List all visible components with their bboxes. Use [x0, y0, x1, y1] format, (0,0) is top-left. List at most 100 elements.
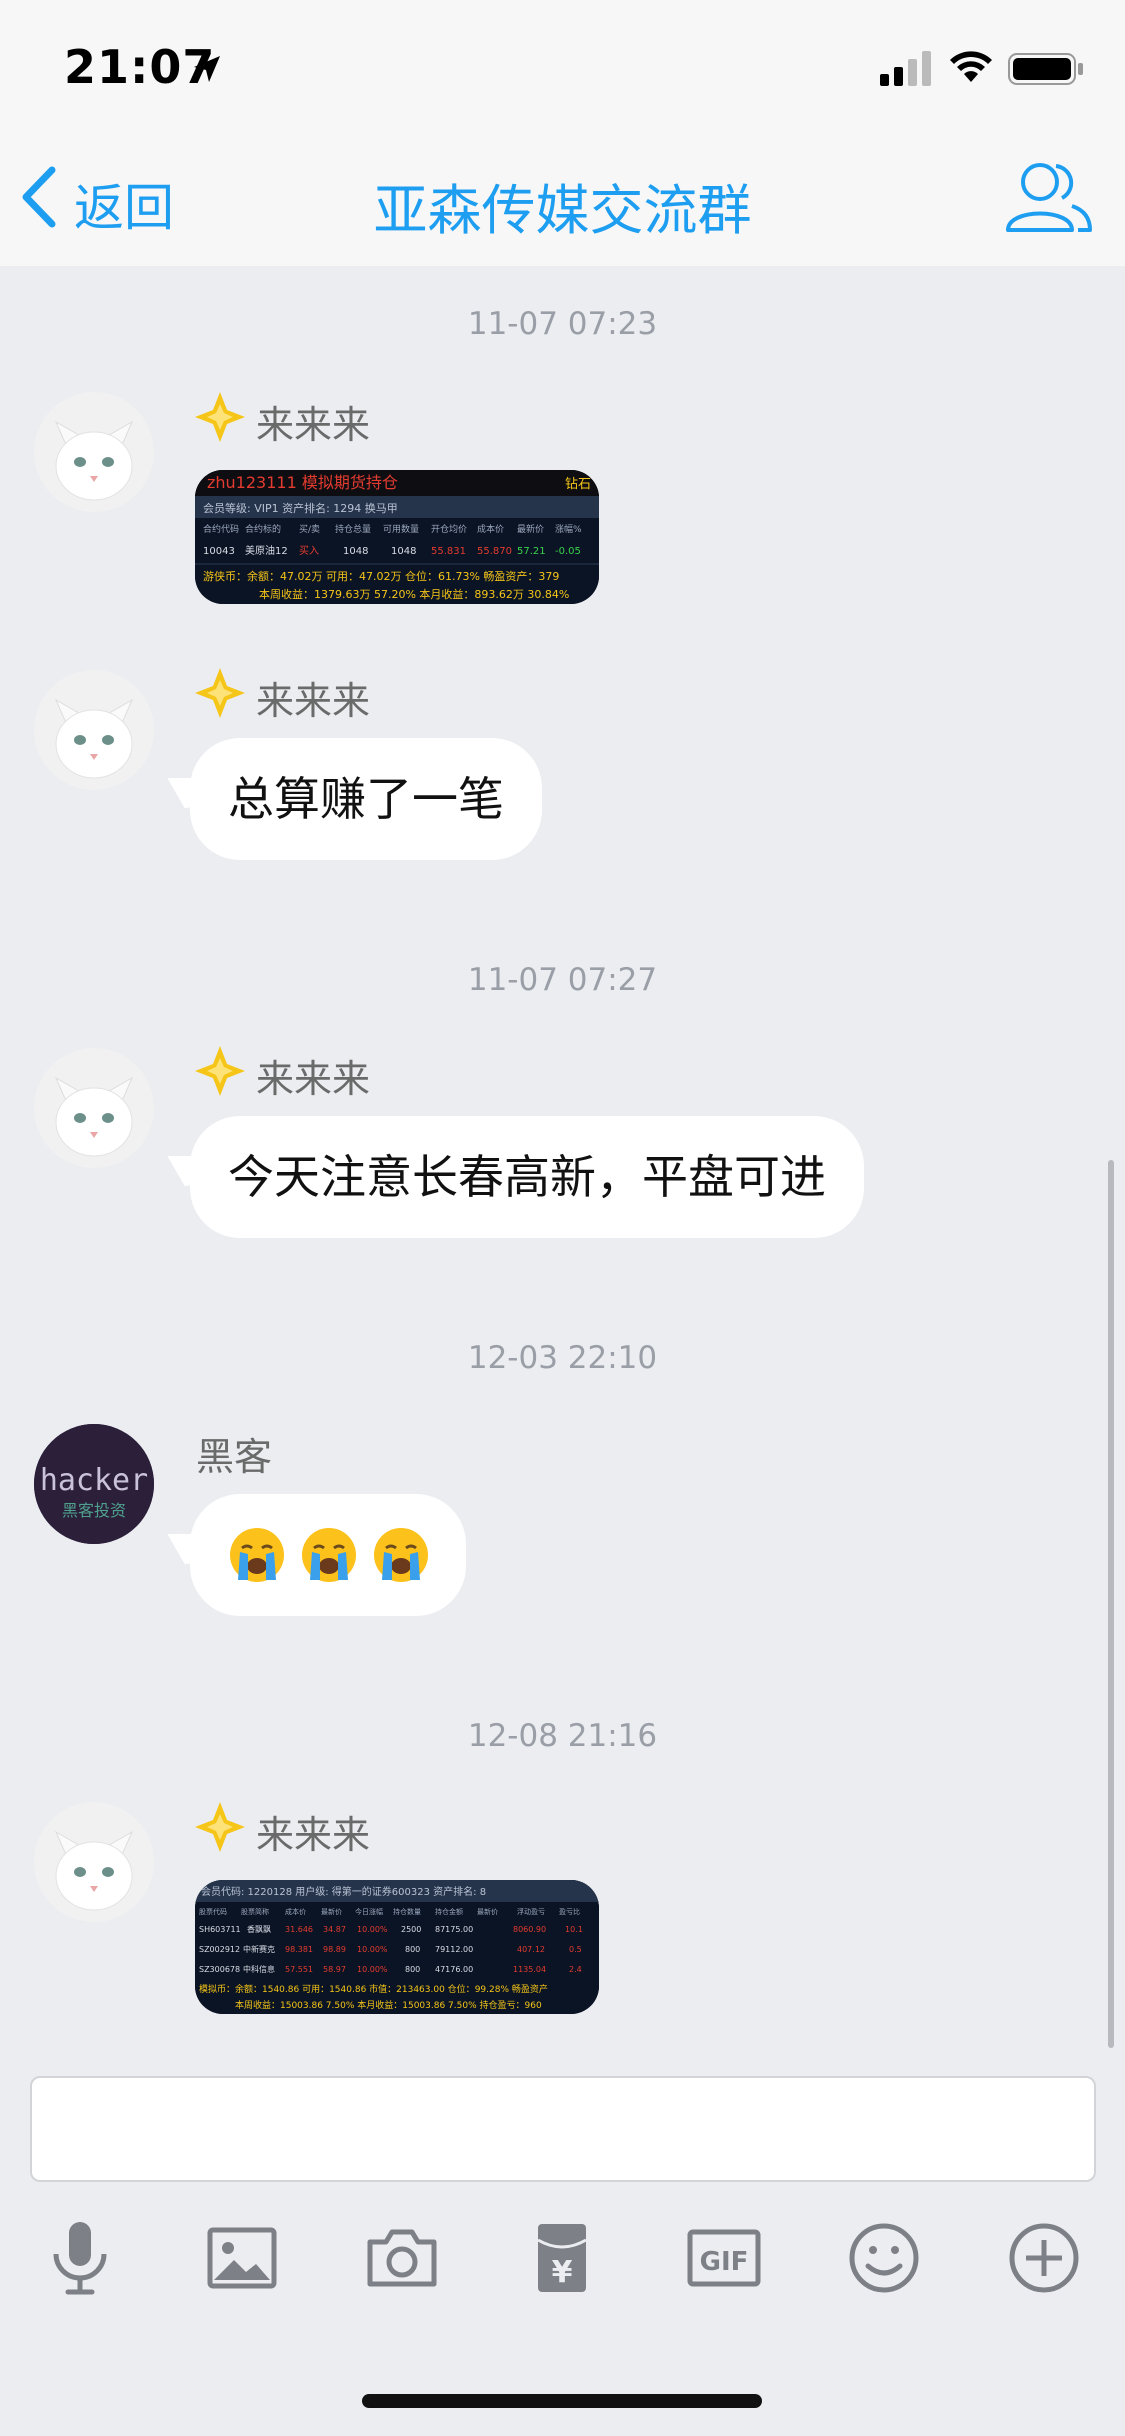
camera-icon[interactable] — [362, 2218, 442, 2298]
sender-name: 来来来 — [256, 403, 371, 447]
table-cell: 中科信息 — [243, 1964, 275, 1974]
white-cat-avatar-icon — [34, 1802, 154, 1922]
table-cell: 55.870 — [477, 546, 512, 557]
diamond-badge-icon — [195, 1802, 245, 1852]
timestamp: 12-03 22:10 — [467, 1340, 658, 1376]
emoji-message[interactable] — [190, 1494, 466, 1616]
white-cat-avatar-icon — [34, 670, 154, 790]
column-header: 持仓金额 — [435, 1907, 463, 1916]
column-header: 股票简称 — [241, 1907, 269, 1916]
image-summary: 本周收益：1379.63万 57.20% 本月收益：893.62万 30.84% — [259, 587, 569, 601]
sender-name: 来来来 — [256, 1813, 371, 1857]
stock-position-screenshot: 会员代码: 1220128 用户级: 得第一的证券600323 资产排名: 8 … — [195, 1880, 599, 2014]
column-header: 涨幅% — [555, 523, 582, 535]
text-message[interactable]: 总算赚了一笔 — [190, 738, 542, 860]
home-indicator[interactable] — [362, 2394, 762, 2408]
column-header: 股票代码 — [199, 1907, 227, 1916]
location-arrow-icon — [194, 56, 220, 82]
column-header: 浮动盈亏 — [517, 1907, 545, 1916]
table-cell: 0.5 — [569, 1945, 582, 1954]
timestamp: 12-08 21:16 — [467, 1718, 658, 1754]
column-header: 持仓数量 — [393, 1907, 421, 1916]
table-cell: 美原油12 — [245, 544, 288, 557]
image-info: 会员等级: VIP1 资产排名: 1294 换马甲 — [203, 501, 398, 515]
table-cell: 407.12 — [517, 1945, 545, 1954]
column-header: 今日涨幅 — [355, 1907, 383, 1916]
image-summary: 游侠币：余额：47.02万 可用：47.02万 仓位：61.73% 畅盈资产：3… — [203, 569, 559, 583]
table-cell: 57.551 — [285, 1965, 313, 1974]
timestamp: 11-07 07:27 — [467, 962, 658, 998]
table-cell: 中新赛克 — [243, 1944, 275, 1954]
column-header: 成本价 — [477, 523, 504, 535]
loudly-crying-face-icon — [302, 1527, 356, 1582]
table-cell: SH603711 — [199, 1925, 241, 1934]
table-cell: 57.21 — [517, 546, 546, 557]
wifi-icon — [950, 51, 992, 82]
microphone-icon[interactable] — [40, 2218, 120, 2298]
plus-icon[interactable] — [1004, 2218, 1084, 2298]
image-summary: 本周收益：15003.86 7.50% 本月收益：15003.86 7.50% … — [235, 1999, 542, 2011]
table-cell: 79112.00 — [435, 1945, 473, 1954]
table-cell: 10.00% — [357, 1965, 388, 1974]
table-cell: 87175.00 — [435, 1925, 473, 1934]
table-cell: 10043 — [203, 546, 235, 557]
hacker-avatar-icon: hacker 黑客投资 — [34, 1424, 154, 1544]
table-cell: 10.00% — [357, 1945, 388, 1954]
cellular-signal-icon — [880, 51, 931, 86]
column-header: 买/卖 — [299, 524, 320, 535]
column-header: 合约代码 — [203, 523, 239, 535]
image-icon[interactable] — [202, 2218, 282, 2298]
timestamp: 11-07 07:23 — [467, 306, 658, 342]
loudly-crying-face-icon — [230, 1527, 284, 1582]
image-message[interactable]: zhu123111 模拟期货持仓 钻石 会员等级: VIP1 资产排名: 129… — [195, 470, 599, 604]
table-cell: 800 — [405, 1965, 420, 1974]
table-cell: 800 — [405, 1945, 420, 1954]
table-cell: 47176.00 — [435, 1965, 473, 1974]
table-cell: 10.00% — [357, 1925, 388, 1934]
message-input[interactable] — [30, 2076, 1096, 2182]
scrollbar[interactable] — [1108, 1160, 1114, 2048]
text-message[interactable]: 今天注意长春高新，平盘可进 — [190, 1116, 864, 1238]
column-header: 持仓总量 — [335, 523, 371, 535]
gif-icon[interactable]: GIF — [684, 2218, 764, 2298]
table-cell: 2500 — [401, 1925, 421, 1934]
futures-position-screenshot: zhu123111 模拟期货持仓 钻石 会员等级: VIP1 资产排名: 129… — [195, 470, 599, 604]
sender-name: 黑客 — [196, 1435, 273, 1479]
image-header: zhu123111 模拟期货持仓 — [207, 473, 398, 492]
table-cell: 58.97 — [323, 1965, 346, 1974]
table-cell: 10.1 — [565, 1925, 583, 1934]
table-cell: 8060.90 — [513, 1925, 546, 1934]
diamond-badge-icon — [195, 392, 245, 442]
table-cell: -0.05 — [555, 546, 581, 557]
table-cell: 98.381 — [285, 1945, 313, 1954]
table-cell: 1135.04 — [513, 1965, 546, 1974]
smiley-icon[interactable] — [844, 2218, 924, 2298]
avatar[interactable] — [34, 1802, 154, 1922]
column-header: 盈亏比 — [559, 1907, 580, 1916]
avatar[interactable] — [34, 670, 154, 790]
table-cell: SZ002912 — [199, 1945, 240, 1954]
loudly-crying-face-icon — [374, 1527, 428, 1582]
column-header: 成本价 — [285, 1907, 306, 1916]
column-header: 最新价 — [517, 523, 544, 535]
table-cell: 1048 — [391, 546, 416, 557]
svg-text:GIF: GIF — [700, 2247, 749, 2277]
image-header: 会员代码: 1220128 用户级: 得第一的证券600323 资产排名: 8 — [201, 1885, 486, 1898]
table-cell: 香飘飘 — [247, 1924, 271, 1934]
column-header: 开仓均价 — [431, 523, 467, 535]
avatar-text: hacker — [40, 1463, 148, 1498]
table-cell: 买入 — [299, 545, 319, 557]
avatar[interactable] — [34, 392, 154, 512]
red-packet-icon[interactable]: ¥ — [522, 2218, 602, 2298]
avatar[interactable] — [34, 1048, 154, 1168]
sender-name: 来来来 — [256, 1057, 371, 1101]
svg-text:¥: ¥ — [552, 2255, 573, 2290]
avatar[interactable]: hacker 黑客投资 — [34, 1424, 154, 1544]
sender-name: 来来来 — [256, 679, 371, 723]
column-header: 最新价 — [477, 1907, 498, 1916]
image-message[interactable]: 会员代码: 1220128 用户级: 得第一的证券600323 资产排名: 8 … — [195, 1880, 599, 2014]
group-members-icon[interactable] — [1004, 156, 1094, 236]
table-cell: 31.646 — [285, 1925, 313, 1934]
white-cat-avatar-icon — [34, 1048, 154, 1168]
column-header: 合约标的 — [245, 523, 281, 535]
